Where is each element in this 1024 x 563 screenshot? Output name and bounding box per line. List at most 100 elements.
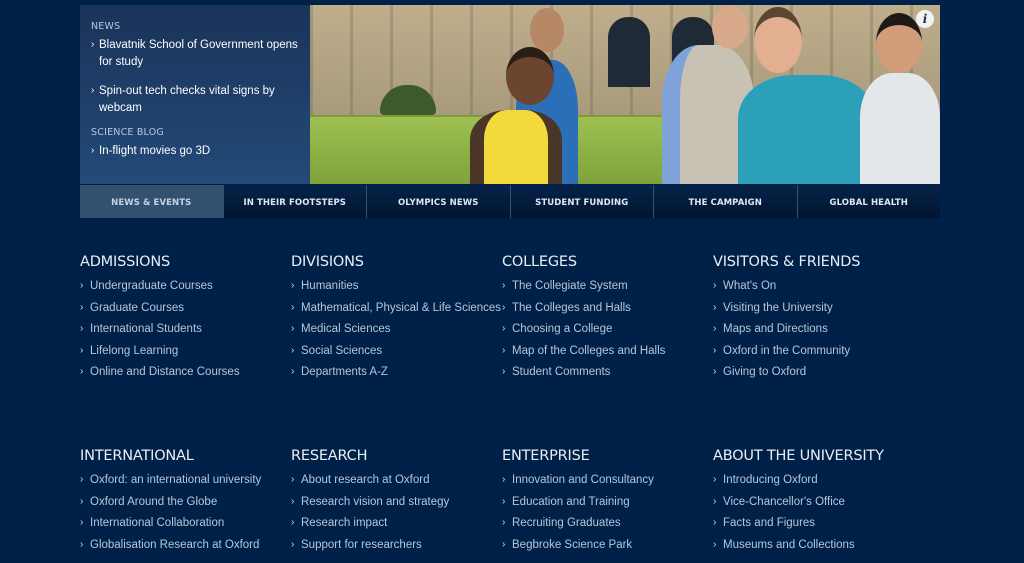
section-link-label: The Collegiate System [512, 280, 628, 292]
section-link[interactable]: › Museums and Collections [713, 538, 924, 552]
section-link[interactable]: › Support for researchers [291, 538, 502, 552]
section-link[interactable]: › Lifelong Learning [80, 344, 291, 358]
section-link-label: The Colleges and Halls [512, 301, 631, 314]
tab-in-their-footsteps[interactable]: IN THEIR FOOTSTEPS [223, 185, 367, 218]
section-link[interactable]: › Research vision and strategy [291, 495, 502, 509]
section-link[interactable]: › About research at Oxford [291, 473, 502, 487]
section-link-label: International Students [90, 323, 202, 335]
tab-the-campaign[interactable]: THE CAMPAIGN [654, 185, 798, 218]
chevron-right-icon: › [291, 323, 295, 334]
chevron-right-icon: › [91, 145, 95, 156]
section-link[interactable]: › Giving to Oxford [713, 365, 924, 379]
section-international: INTERNATIONAL › Oxford: an international u… [80, 448, 291, 559]
hero-photo[interactable]: i [310, 5, 940, 184]
news-label: NEWS [91, 21, 121, 32]
section-link[interactable]: › International Students [80, 322, 291, 336]
section-title[interactable]: COLLEGES [502, 254, 713, 270]
section-link-label: Research impact [301, 517, 388, 529]
news-item[interactable]: › Spin-out tech checks vital signs by we… [91, 83, 299, 116]
tab-global-health[interactable]: GLOBAL HEALTH [797, 185, 940, 218]
section-link[interactable]: › Graduate Courses [80, 301, 291, 315]
section-link-label: Support for researchers [301, 538, 422, 551]
photo-student-head [754, 7, 802, 73]
section-link-label: Research vision and strategy [301, 495, 450, 508]
chevron-right-icon: › [502, 474, 506, 485]
chevron-right-icon: › [291, 280, 295, 291]
section-link-label: Education and Training [512, 495, 630, 508]
section-title[interactable]: INTERNATIONAL [80, 448, 291, 464]
news-panel: NEWS › Blavatnik School of Government op… [80, 5, 310, 184]
section-link[interactable]: › Education and Training [502, 495, 713, 509]
tab-student-funding[interactable]: STUDENT FUNDING [510, 185, 654, 218]
section-link[interactable]: › Student Comments [502, 365, 713, 379]
tab-olympics-news[interactable]: OLYMPICS NEWS [367, 185, 511, 218]
info-icon[interactable]: i [916, 10, 934, 28]
section-link-label: Graduate Courses [90, 301, 184, 314]
section-link-label: Oxford in the Community [723, 344, 851, 357]
chevron-right-icon: › [713, 323, 717, 334]
chevron-right-icon: › [713, 280, 717, 291]
section-link[interactable]: › Undergraduate Courses [80, 279, 291, 293]
photo-student [738, 75, 876, 184]
section-link[interactable]: › Oxford Around the Globe [80, 495, 291, 509]
section-link[interactable]: › Online and Distance Courses [80, 365, 291, 379]
section-link[interactable]: › Research impact [291, 516, 502, 530]
section-link[interactable]: › Facts and Figures [713, 516, 924, 530]
section-link-label: Oxford Around the Globe [90, 495, 218, 508]
section-link[interactable]: › Innovation and Consultancy [502, 473, 713, 487]
section-link-label: About research at Oxford [301, 474, 430, 486]
chevron-right-icon: › [502, 517, 506, 528]
science-blog-label: SCIENCE BLOG [91, 127, 164, 138]
section-link[interactable]: › Medical Sciences [291, 322, 502, 336]
hero-banner: NEWS › Blavatnik School of Government op… [80, 5, 940, 184]
chevron-right-icon: › [713, 517, 717, 528]
section-colleges: COLLEGES › The Collegiate System › The Colle… [502, 254, 713, 387]
section-link[interactable]: › International Collaboration [80, 516, 291, 530]
section-link[interactable]: › Choosing a College [502, 322, 713, 336]
blog-item[interactable]: › In-flight movies go 3D [91, 143, 299, 160]
section-link[interactable]: › Social Sciences [291, 344, 502, 358]
section-link[interactable]: › The Collegiate System [502, 279, 713, 293]
section-link-label: Departments A-Z [301, 366, 388, 378]
section-title[interactable]: VISITORS & FRIENDS [713, 254, 924, 270]
section-link-label: Oxford: an international university [90, 474, 262, 486]
section-title[interactable]: DIVISIONS [291, 254, 502, 270]
section-link[interactable]: › Vice-Chancellor's Office [713, 495, 924, 509]
site-directory: ADMISSIONS › Undergraduate Courses › Graduat… [80, 254, 940, 551]
section-title[interactable]: RESEARCH [291, 448, 502, 464]
section-title[interactable]: ADMISSIONS [80, 254, 291, 270]
section-title[interactable]: ENTERPRISE [502, 448, 713, 464]
section-link[interactable]: › Map of the Colleges and Halls [502, 344, 713, 358]
section-link-label: Humanities [301, 280, 359, 292]
section-title[interactable]: ABOUT THE UNIVERSITY [713, 448, 924, 464]
section-link[interactable]: › Departments A-Z [291, 365, 502, 379]
section-link[interactable]: › Oxford in the Community [713, 344, 924, 358]
section-link-label: Choosing a College [512, 323, 613, 335]
section-link[interactable]: › Mathematical, Physical & Life Sciences [291, 301, 502, 315]
news-item[interactable]: › Blavatnik School of Government opens f… [91, 37, 299, 70]
photo-student-head [530, 8, 564, 52]
photo-student-head [876, 13, 922, 73]
chevron-right-icon: › [80, 366, 84, 377]
section-link[interactable]: › Humanities [291, 279, 502, 293]
section-visitors-friends: VISITORS & FRIENDS › What's On › Visiting th… [713, 254, 924, 387]
section-link[interactable]: › Maps and Directions [713, 322, 924, 336]
section-link[interactable]: › Recruiting Graduates [502, 516, 713, 530]
section-link-label: Mathematical, Physical & Life Sciences [301, 301, 502, 314]
chevron-right-icon: › [291, 517, 295, 528]
section-link-label: Vice-Chancellor's Office [723, 495, 845, 508]
section-link-label: Innovation and Consultancy [512, 474, 654, 486]
section-link-label: Lifelong Learning [90, 344, 179, 357]
tab-news-events[interactable]: NEWS & EVENTS [80, 185, 224, 218]
section-link[interactable]: › Introducing Oxford [713, 473, 924, 487]
section-research: RESEARCH › About research at Oxford › Resear… [291, 448, 502, 559]
chevron-right-icon: › [291, 474, 295, 485]
section-link[interactable]: › Begbroke Science Park [502, 538, 713, 552]
section-link[interactable]: › Visiting the University [713, 301, 924, 315]
section-link[interactable]: › What's On [713, 279, 924, 293]
section-link-label: Begbroke Science Park [512, 538, 633, 551]
section-link[interactable]: › Globalisation Research at Oxford [80, 538, 291, 552]
section-link[interactable]: › The Colleges and Halls [502, 301, 713, 315]
chevron-right-icon: › [291, 538, 295, 550]
section-link[interactable]: › Oxford: an international university [80, 473, 291, 487]
